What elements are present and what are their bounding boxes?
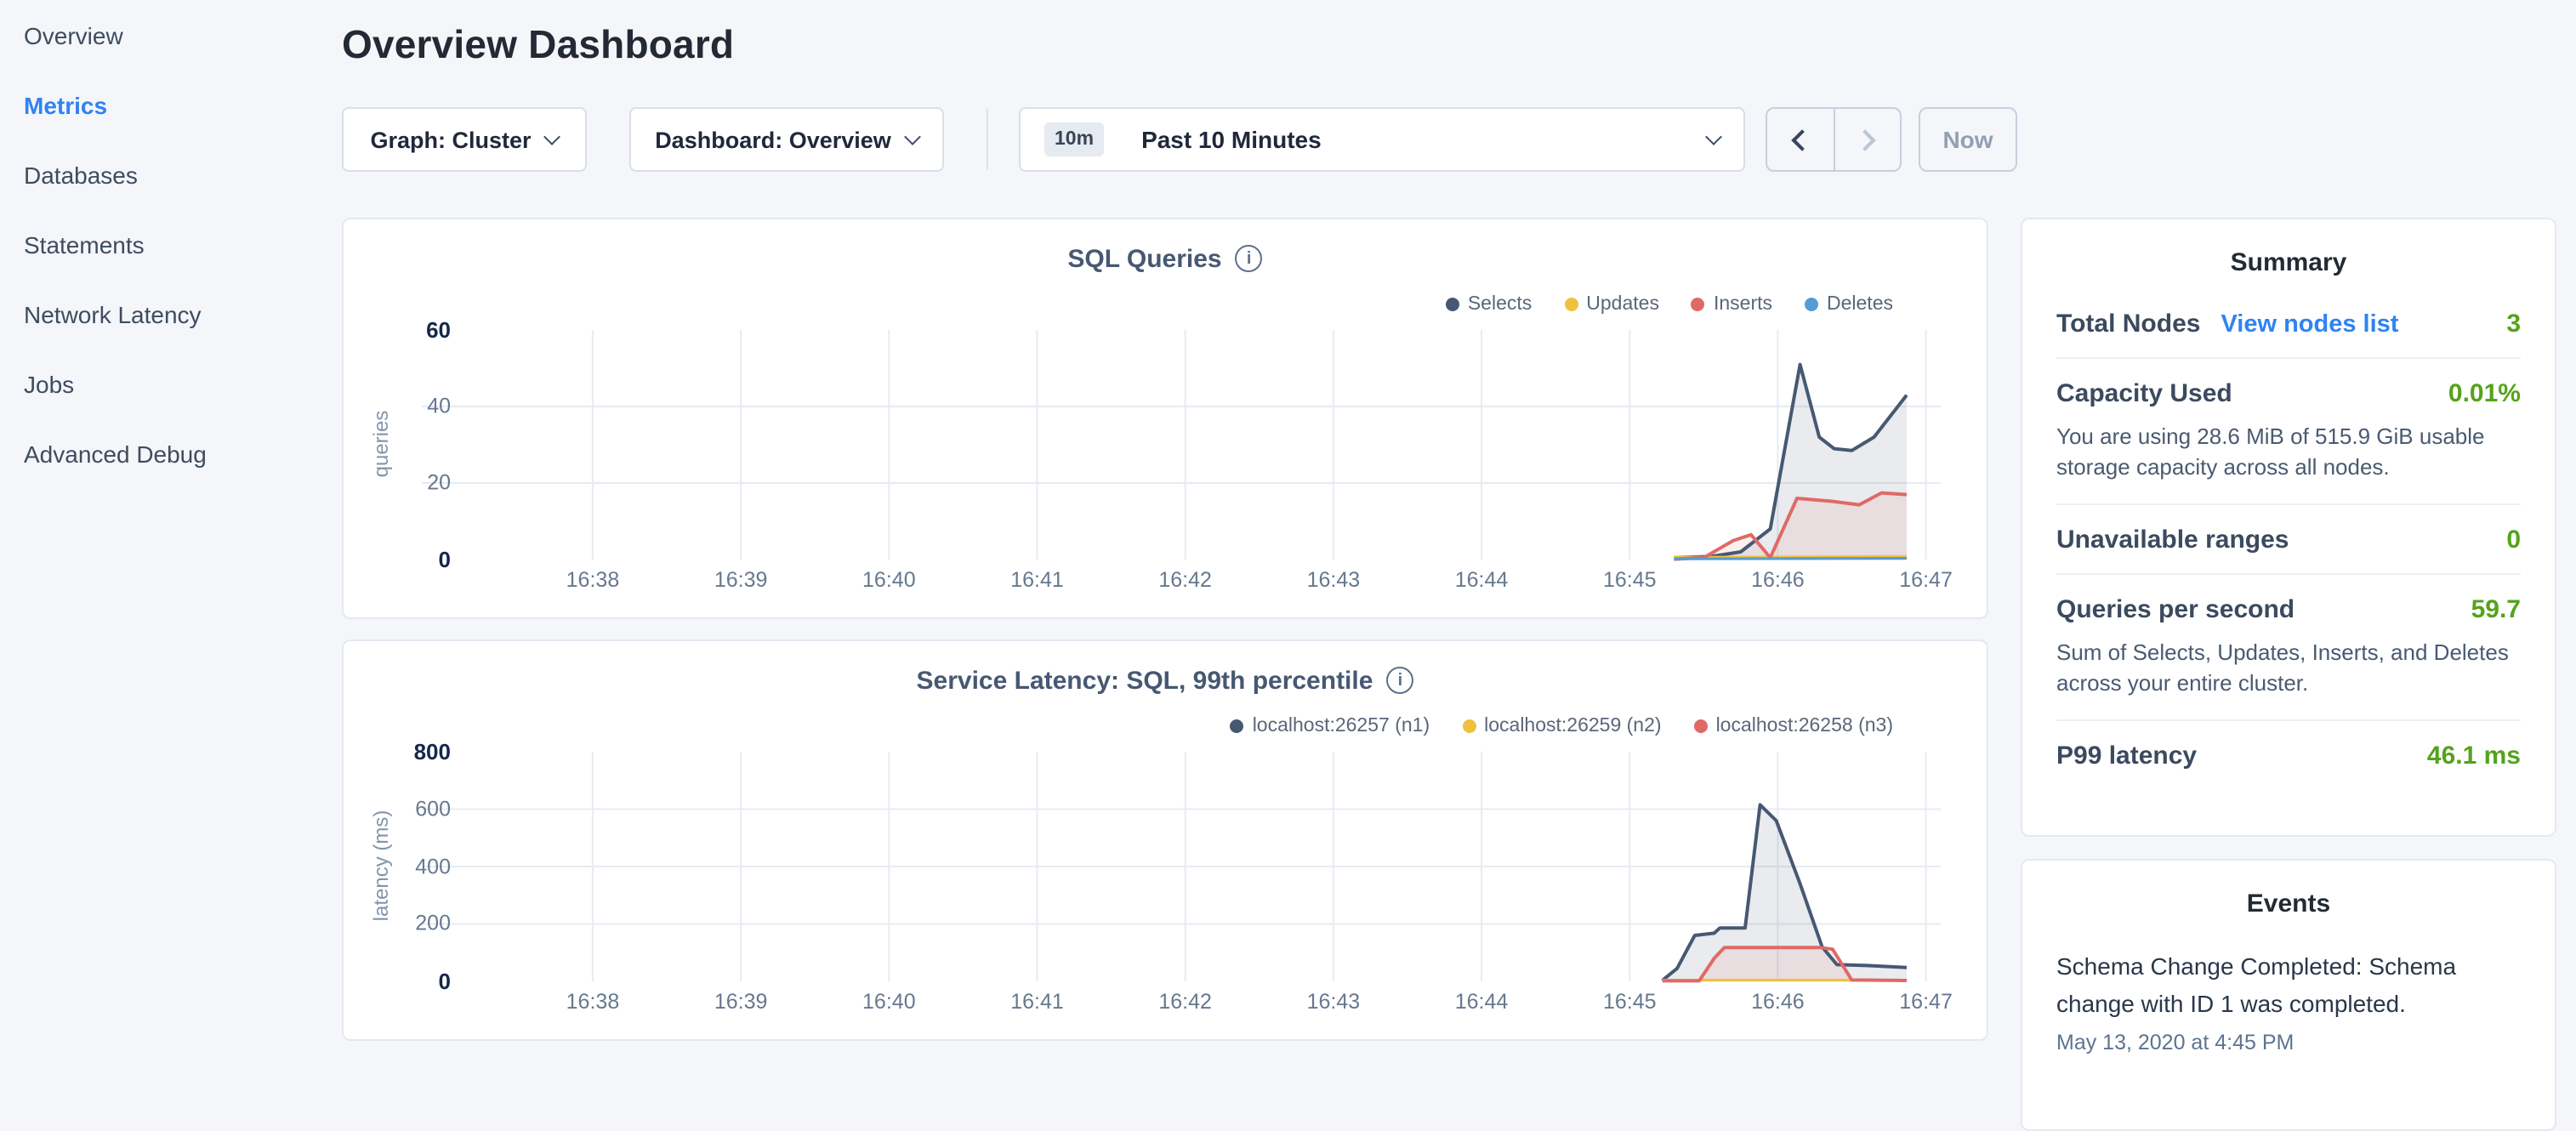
x-tick-label: 16:44 [1455, 992, 1509, 1013]
sidebar: OverviewMetricsDatabasesStatementsNetwor… [0, 0, 328, 1051]
x-tick-label: 16:40 [862, 570, 916, 591]
dashboard-dropdown-label: Dashboard: Overview [655, 127, 891, 152]
x-tick-label: 16:41 [1010, 992, 1064, 1013]
x-tick-label: 16:41 [1010, 570, 1064, 591]
summary-row: P99 latency 46.1 ms [2056, 721, 2521, 789]
summary-row-description: Sum of Selects, Updates, Inserts, and De… [2056, 638, 2521, 699]
time-range-dropdown[interactable]: 10m Past 10 Minutes [1019, 107, 1745, 172]
sql-queries-chart-panel: SQL Queries SelectsUpdatesInsertsDeletes… [342, 218, 1988, 619]
time-range-badge: 10m [1044, 122, 1104, 156]
x-tick-label: 16:46 [1751, 992, 1805, 1013]
time-next-button[interactable] [1834, 109, 1900, 170]
sidebar-item-metrics[interactable]: Metrics [0, 70, 328, 139]
chevron-left-icon [1792, 128, 1813, 150]
y-tick-label: 0 [362, 548, 451, 571]
summary-row-label: Capacity Used [2056, 379, 2232, 408]
summary-row-line: Queries per second 59.7 [2056, 595, 2521, 624]
x-tick-label: 16:47 [1899, 570, 1953, 591]
y-tick-label: 60 [362, 319, 451, 341]
main-content: Overview Dashboard Graph: Cluster Dashbo… [342, 0, 1992, 1051]
summary-row-description: You are using 28.6 MiB of 515.9 GiB usab… [2056, 422, 2521, 483]
graph-dropdown[interactable]: Graph: Cluster [342, 107, 587, 172]
y-tick-label: 800 [362, 741, 451, 763]
view-nodes-link[interactable]: View nodes list [2221, 311, 2398, 338]
sidebar-item-statements[interactable]: Statements [0, 209, 328, 279]
x-tick-label: 16:43 [1307, 992, 1361, 1013]
time-range-label: Past 10 Minutes [1141, 126, 1692, 153]
chart-plot[interactable] [344, 219, 1990, 621]
chevron-down-icon [544, 128, 561, 145]
event-text: Schema Change Completed: Schema change w… [2056, 947, 2521, 1022]
summary-row: Total Nodes View nodes list 3 [2056, 289, 2521, 359]
summary-row-label: Queries per second [2056, 595, 2295, 624]
events-title: Events [2056, 861, 2521, 930]
summary-row-value: 59.7 [2471, 595, 2521, 624]
y-axis-label: queries [369, 411, 393, 478]
y-axis-label: latency (ms) [369, 810, 393, 922]
summary-row: Capacity Used 0.01% You are using 28.6 MiB… [2056, 359, 2521, 505]
x-tick-label: 16:45 [1603, 570, 1657, 591]
events-list: Schema Change Completed: Schema change w… [2056, 930, 2521, 1054]
x-tick-label: 16:38 [566, 992, 620, 1013]
toolbar: Graph: Cluster Dashboard: Overview 10m P… [342, 107, 1992, 172]
summary-row-label: Unavailable ranges [2056, 526, 2289, 554]
y-tick-label: 0 [362, 970, 451, 992]
graph-dropdown-label: Graph: Cluster [370, 127, 531, 152]
x-tick-label: 16:45 [1603, 992, 1657, 1013]
events-card: Events Schema Change Completed: Schema c… [2021, 859, 2556, 1131]
event-item[interactable]: Schema Change Completed: Schema change w… [2056, 930, 2521, 1054]
x-tick-label: 16:39 [714, 992, 768, 1013]
summary-row-line: Unavailable ranges 0 [2056, 526, 2521, 554]
x-tick-label: 16:43 [1307, 570, 1361, 591]
summary-row: Unavailable ranges 0 [2056, 505, 2521, 575]
sidebar-item-databases[interactable]: Databases [0, 139, 328, 209]
db-console-page: OverviewMetricsDatabasesStatementsNetwor… [0, 0, 2576, 1051]
x-tick-label: 16:39 [714, 570, 768, 591]
time-pager [1766, 107, 1902, 172]
toolbar-divider [987, 109, 988, 170]
sidebar-item-advanced-debug[interactable]: Advanced Debug [0, 418, 328, 488]
page-title: Overview Dashboard [342, 0, 1992, 68]
summary-row-value: 46.1 ms [2427, 742, 2521, 770]
chevron-down-icon [1705, 128, 1722, 145]
time-prev-button[interactable] [1767, 109, 1834, 170]
dashboard-dropdown[interactable]: Dashboard: Overview [629, 107, 944, 172]
summary-card: Summary Total Nodes View nodes list 3 Capac… [2021, 218, 2556, 837]
summary-title: Summary [2056, 219, 2521, 289]
sidebar-item-network-latency[interactable]: Network Latency [0, 279, 328, 349]
sidebar-nav-list: OverviewMetricsDatabasesStatementsNetwor… [0, 0, 328, 488]
now-button[interactable]: Now [1919, 107, 2017, 172]
summary-row-label: P99 latency [2056, 742, 2197, 770]
x-tick-label: 16:46 [1751, 570, 1805, 591]
x-tick-label: 16:42 [1158, 992, 1212, 1013]
x-tick-label: 16:44 [1455, 570, 1509, 591]
sidebar-item-overview[interactable]: Overview [0, 0, 328, 70]
summary-row-value: 3 [2506, 310, 2521, 338]
x-tick-label: 16:47 [1899, 992, 1953, 1013]
summary-row-line: Capacity Used 0.01% [2056, 379, 2521, 408]
x-tick-label: 16:40 [862, 992, 916, 1013]
x-tick-label: 16:42 [1158, 570, 1212, 591]
summary-row-value: 0 [2506, 526, 2521, 554]
summary-row-line: Total Nodes View nodes list 3 [2056, 310, 2521, 338]
summary-rows: Total Nodes View nodes list 3 Capacity Used… [2056, 289, 2521, 789]
x-tick-label: 16:38 [566, 570, 620, 591]
chevron-down-icon [904, 128, 921, 145]
service-latency-chart-panel: Service Latency: SQL, 99th percentile lo… [342, 639, 1988, 1041]
summary-row: Queries per second 59.7 Sum of Selects, Up… [2056, 575, 2521, 721]
summary-row-line: P99 latency 46.1 ms [2056, 742, 2521, 770]
chart-plot[interactable] [344, 641, 1990, 1043]
chevron-right-icon [1854, 128, 1875, 150]
summary-row-label: Total Nodes [2056, 310, 2200, 338]
sidebar-item-jobs[interactable]: Jobs [0, 349, 328, 418]
summary-row-value: 0.01% [2448, 379, 2521, 408]
